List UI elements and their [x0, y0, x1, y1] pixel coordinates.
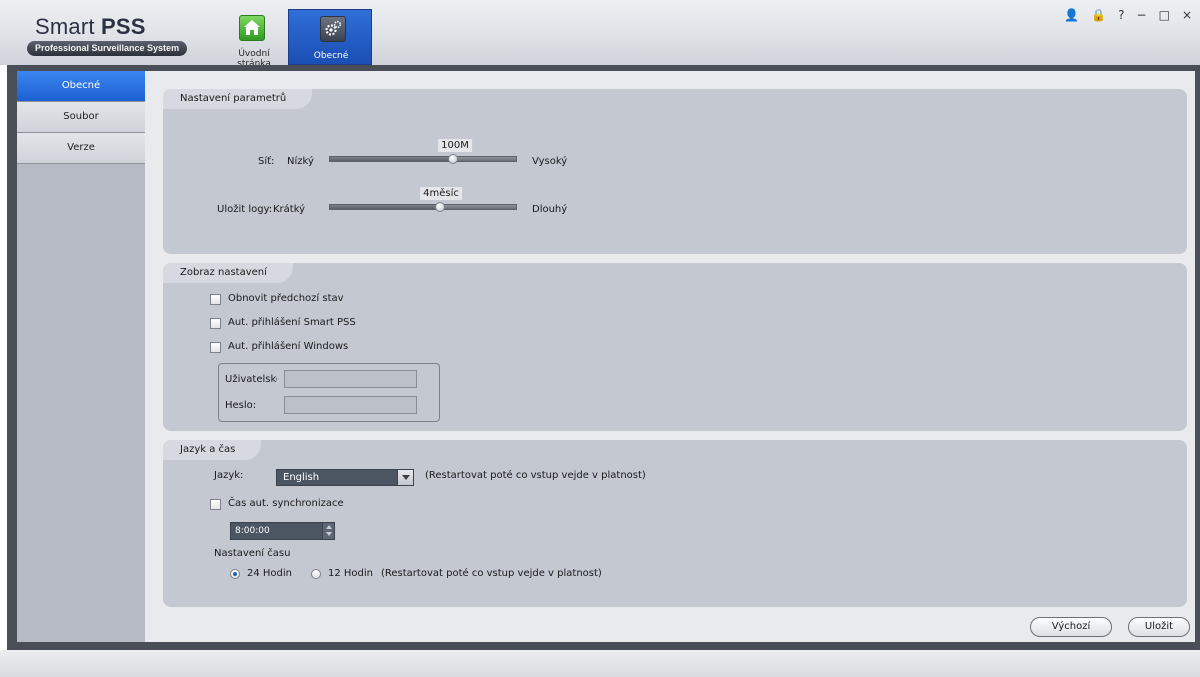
sync-time-value: 8:00:00 [235, 526, 270, 536]
maximize-icon[interactable]: □ [1159, 7, 1170, 23]
nav-general-label: Obecné [313, 51, 349, 61]
home-icon [239, 15, 265, 41]
title-bar: Smart PSS Professional Surveillance Syst… [0, 0, 1200, 69]
sync-time-stepper[interactable] [322, 523, 334, 539]
language-label: Jazyk: [214, 470, 244, 481]
time-sync-label: Čas aut. synchronizace [228, 498, 344, 509]
logs-slider-thumb[interactable] [434, 202, 445, 212]
params-panel: Nastavení parametrů 100M Síť: Nízký Vyso… [163, 89, 1187, 254]
time-format-label: Nastavení času [214, 548, 291, 559]
network-min-label: Nízký [287, 156, 314, 167]
auto-login-pss-checkbox[interactable] [210, 318, 221, 329]
time-format-note: (Restartovat poté co vstup vejde v platn… [381, 568, 602, 579]
gear-icon [320, 16, 346, 42]
format-24h-label: 24 Hodin [247, 568, 293, 579]
network-slider-fill [330, 157, 453, 161]
lock-icon[interactable]: 🔒 [1091, 7, 1106, 23]
language-select-value: English [283, 472, 320, 483]
main-content: Nastavení parametrů 100M Síť: Nízký Vyso… [145, 71, 1195, 642]
frame-left [7, 65, 17, 650]
username-input[interactable] [284, 370, 417, 388]
auto-login-windows-label: Aut. přihlášení Windows [228, 341, 349, 352]
auto-login-pss-label: Aut. přihlášení Smart PSS [228, 317, 356, 328]
sidebar-item-file[interactable]: Soubor [17, 102, 145, 133]
frame-right [1195, 65, 1200, 650]
language-time-panel-title: Jazyk a čas [163, 440, 262, 460]
network-value-label: 100M [438, 139, 472, 152]
display-panel-title: Zobraz nastavení [163, 263, 293, 283]
save-button[interactable]: Uložit [1128, 617, 1190, 637]
status-bar [0, 650, 1200, 677]
network-max-label: Vysoký [532, 156, 568, 167]
restore-state-checkbox[interactable] [210, 294, 221, 305]
user-icon[interactable]: 👤 [1064, 7, 1079, 23]
sidebar: Obecné Soubor Verze [17, 71, 145, 642]
auto-login-windows-checkbox[interactable] [210, 342, 221, 353]
help-icon[interactable]: ? [1118, 7, 1124, 23]
default-button[interactable]: Výchozí [1030, 617, 1112, 637]
sidebar-item-general[interactable]: Obecné [17, 71, 145, 102]
format-24h-radio[interactable] [230, 569, 240, 579]
language-select[interactable]: English [276, 469, 414, 486]
app-title-plain: Smart [35, 14, 101, 39]
frame-bottom [7, 642, 1200, 650]
display-panel: Zobraz nastavení Obnovit předchozí stav … [163, 263, 1187, 431]
logs-slider[interactable] [329, 202, 517, 212]
logs-max-label: Dlouhý [532, 204, 568, 215]
format-12h-label: 12 Hodin [328, 568, 374, 579]
logs-value-label: 4měsíc [420, 187, 462, 200]
window-controls: 👤 🔒 ? − □ × [1064, 7, 1192, 23]
language-time-panel: Jazyk a čas Jazyk: English (Restartovat … [163, 440, 1187, 607]
app-logo-subtitle: Professional Surveillance System [27, 41, 188, 56]
logs-min-label: Krátký [273, 204, 306, 215]
restore-state-label: Obnovit předchozí stav [228, 293, 344, 304]
password-label: Heslo: [225, 400, 257, 411]
sync-time-input[interactable]: 8:00:00 [230, 522, 335, 540]
nav-home-button[interactable]: Úvodní stránka [221, 10, 287, 69]
sidebar-item-version[interactable]: Verze [17, 133, 145, 164]
format-12h-radio[interactable] [311, 569, 321, 579]
params-panel-title: Nastavení parametrů [163, 89, 313, 109]
credentials-group: Uživatelské Heslo: [218, 363, 440, 422]
network-slider[interactable] [329, 154, 517, 164]
logs-slider-fill [330, 205, 440, 209]
app-logo-title: Smart PSS [35, 14, 146, 40]
password-input[interactable] [284, 396, 417, 414]
network-label: Síť: [258, 156, 275, 167]
language-note: (Restartovat poté co vstup vejde v platn… [425, 470, 646, 481]
username-label: Uživatelské [225, 374, 277, 385]
close-icon[interactable]: × [1182, 7, 1192, 23]
minimize-icon[interactable]: − [1137, 7, 1147, 23]
logs-label: Uložit logy: [217, 204, 273, 215]
nav-general-tab[interactable]: Obecné [288, 9, 372, 65]
time-sync-checkbox[interactable] [210, 499, 221, 510]
app-title-bold: PSS [101, 14, 146, 39]
chevron-down-icon[interactable] [397, 470, 413, 485]
network-slider-thumb[interactable] [447, 154, 458, 164]
